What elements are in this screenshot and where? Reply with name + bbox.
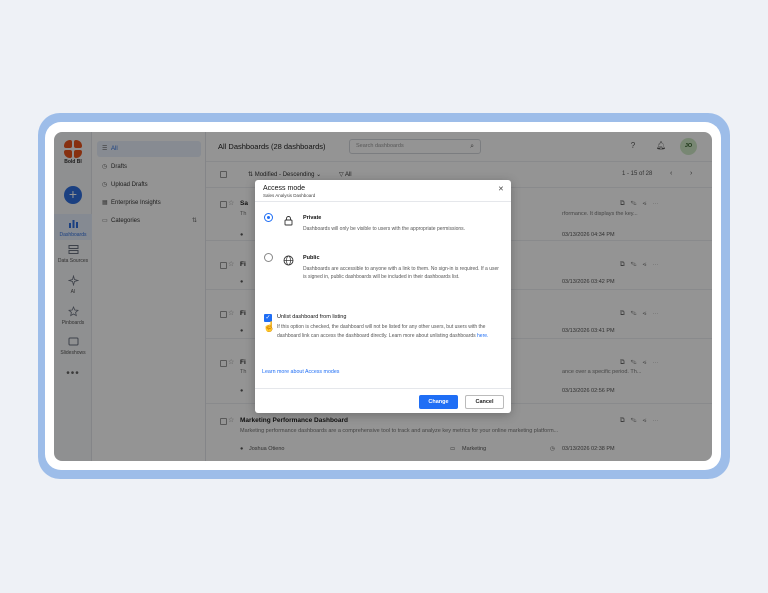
divider [255, 388, 511, 389]
access-mode-dialog: Access mode Sales Analysis Dashboard ✕ P… [255, 180, 511, 413]
dialog-title: Access mode [263, 185, 306, 192]
unlist-desc-text: If this option is checked, the dashboard… [277, 324, 486, 339]
learn-more-link[interactable]: Learn more about Access modes [262, 369, 339, 375]
private-radio[interactable] [264, 213, 273, 222]
unlist-label[interactable]: Unlist dashboard from listing [277, 314, 346, 320]
unlist-checkbox[interactable]: ✓ [264, 314, 272, 322]
private-description: Dashboards will only be visible to users… [303, 226, 466, 232]
private-title: Private [303, 215, 322, 221]
unlist-here-link[interactable]: here. [477, 333, 488, 339]
change-button[interactable]: Change [419, 395, 458, 409]
public-description: Dashboards are accessible to anyone with… [303, 266, 499, 280]
lock-icon [283, 213, 294, 226]
public-title: Public [303, 255, 320, 261]
hand-cursor-icon: ☝ [263, 322, 276, 333]
public-radio[interactable] [264, 253, 273, 262]
divider [255, 201, 511, 202]
globe-icon [283, 253, 294, 266]
cancel-button[interactable]: Cancel [465, 395, 504, 409]
dialog-subtitle: Sales Analysis Dashboard [263, 193, 316, 198]
close-icon[interactable]: ✕ [498, 185, 504, 193]
unlist-description: If this option is checked, the dashboard… [277, 323, 507, 340]
